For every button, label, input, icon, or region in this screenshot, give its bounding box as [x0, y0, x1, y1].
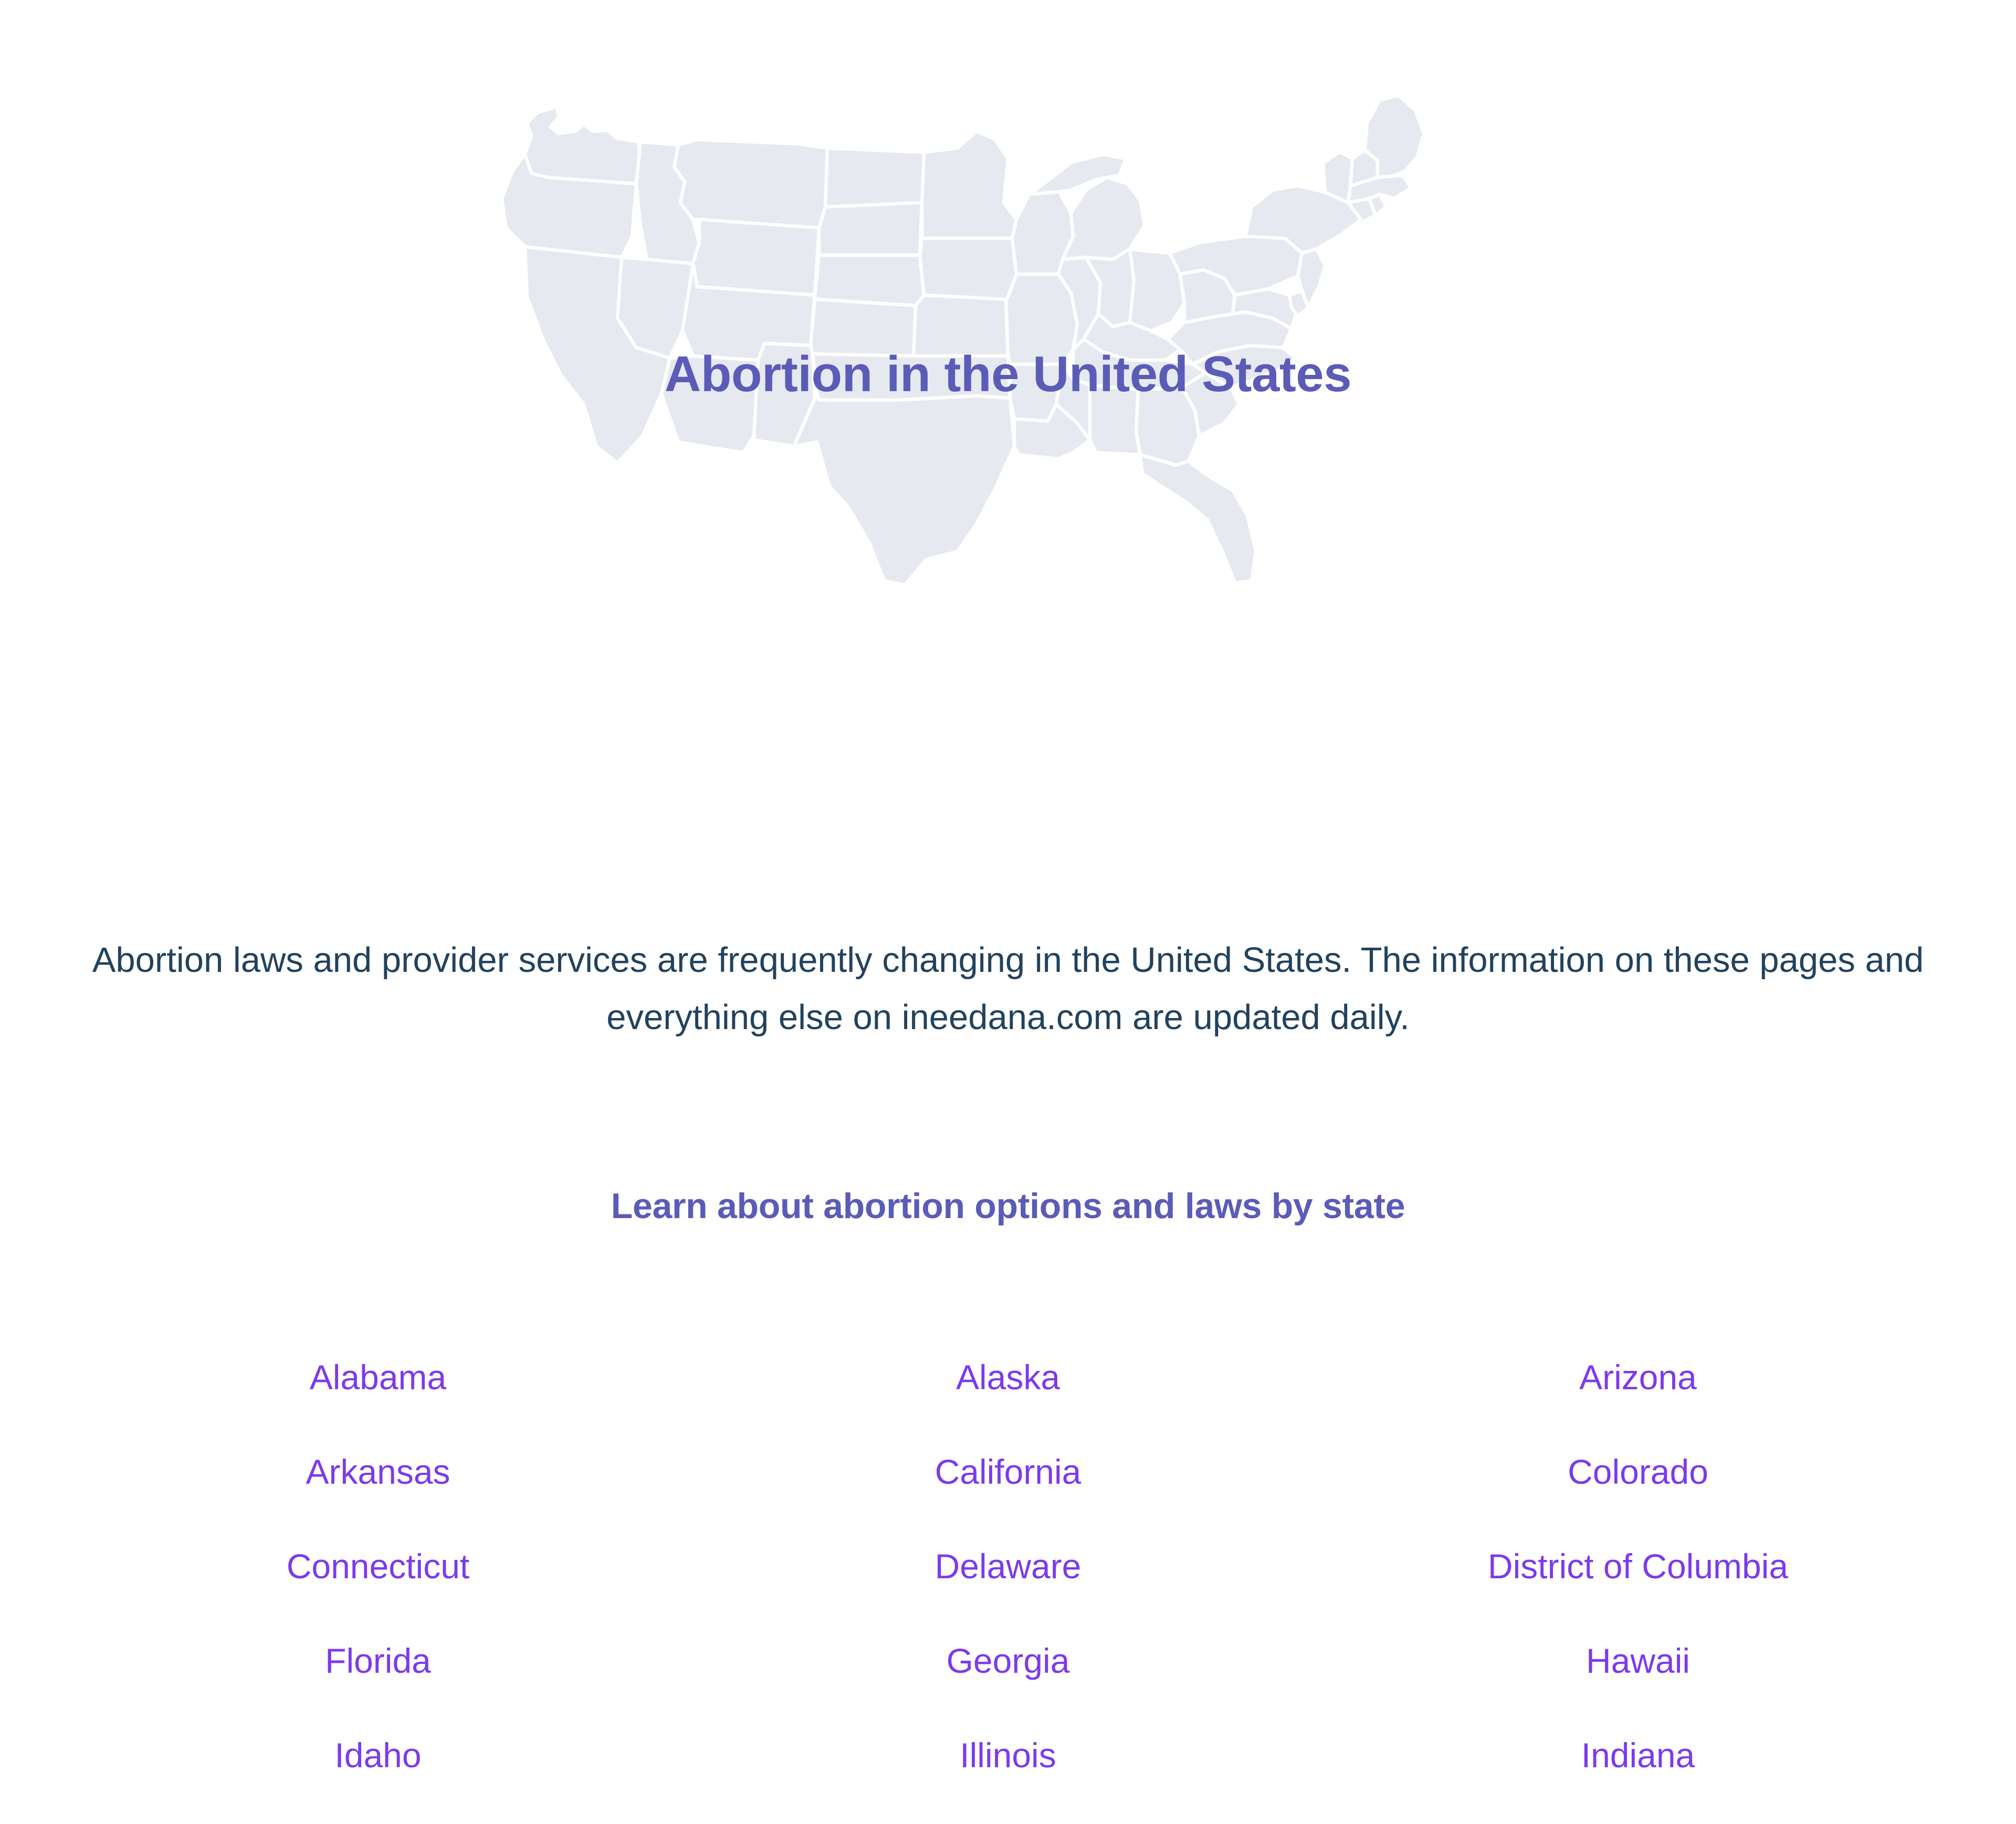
page-root: Abortion in the United States Abortion l… [0, 0, 2016, 1824]
state-link-florida[interactable]: Florida [63, 1641, 693, 1681]
state-link-alabama[interactable]: Alabama [63, 1357, 693, 1397]
intro-section: Abortion laws and provider services are … [0, 932, 2016, 1046]
state-link-arkansas[interactable]: Arkansas [63, 1452, 693, 1492]
state-link-arizona[interactable]: Arizona [1323, 1357, 1953, 1397]
hero-banner: Abortion in the United States [0, 0, 2016, 856]
states-section-heading: Learn about abortion options and laws by… [611, 1186, 1405, 1226]
state-link-california[interactable]: California [693, 1452, 1323, 1492]
page-title: Abortion in the United States [664, 346, 1352, 402]
state-link-hawaii[interactable]: Hawaii [1323, 1641, 1953, 1681]
state-link-indiana[interactable]: Indiana [1323, 1735, 1953, 1775]
intro-paragraph: Abortion laws and provider services are … [92, 940, 1924, 1037]
state-link-idaho[interactable]: Idaho [63, 1735, 693, 1775]
state-link-alaska[interactable]: Alaska [693, 1357, 1323, 1397]
state-link-illinois[interactable]: Illinois [693, 1735, 1323, 1775]
state-link-district-of-columbia[interactable]: District of Columbia [1323, 1546, 1953, 1586]
state-link-connecticut[interactable]: Connecticut [63, 1546, 693, 1586]
state-link-colorado[interactable]: Colorado [1323, 1452, 1953, 1492]
state-link-delaware[interactable]: Delaware [693, 1546, 1323, 1586]
us-map-icon [483, 89, 1617, 809]
state-links-grid: Alabama Alaska Arizona Arkansas Californ… [0, 1357, 2016, 1775]
state-link-georgia[interactable]: Georgia [693, 1641, 1323, 1681]
